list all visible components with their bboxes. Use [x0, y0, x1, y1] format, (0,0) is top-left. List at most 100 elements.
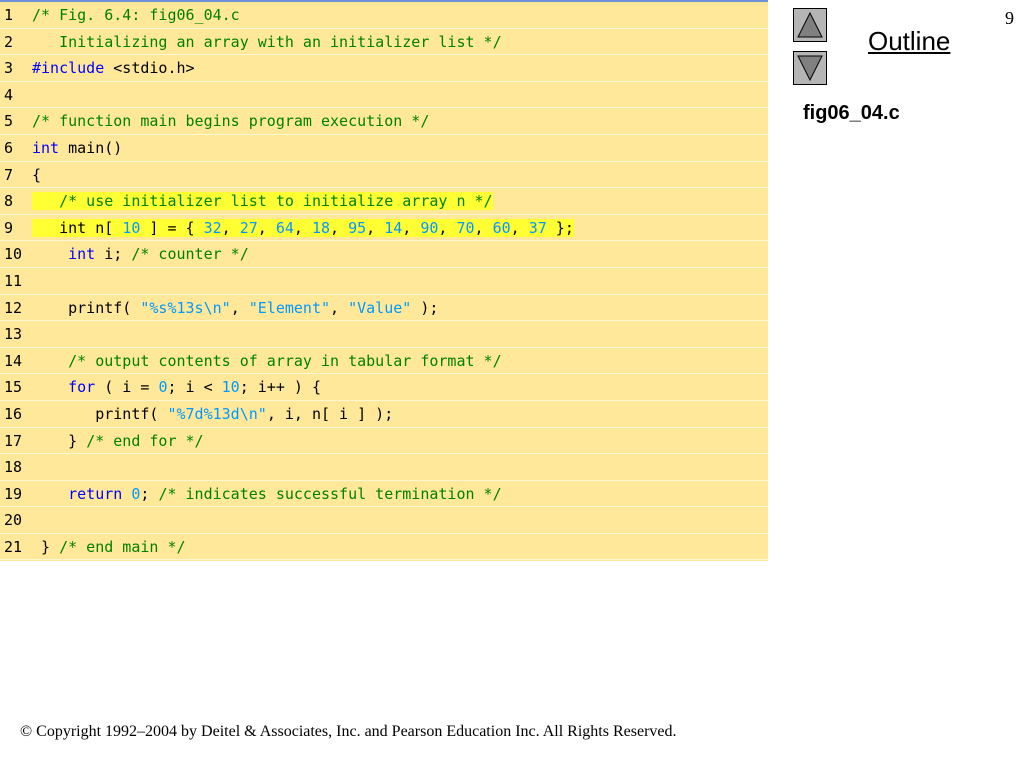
line-number: 6	[4, 138, 14, 157]
code-token-plain: ,	[330, 218, 349, 237]
code-text: /* use initializer list to initialize ar…	[32, 188, 493, 214]
line-number: 12	[4, 298, 23, 317]
code-token-comment: /* use initializer list to initialize ar…	[32, 192, 493, 211]
code-token-keyword: #include	[32, 59, 105, 78]
code-token-plain: ,	[221, 218, 240, 237]
code-line: 7{	[0, 162, 768, 189]
code-token-plain: ,	[366, 218, 385, 237]
line-number: 10	[4, 245, 23, 264]
code-token-plain: };	[546, 218, 574, 237]
code-token-keyword: return	[68, 484, 123, 503]
code-line: 5 /* function main begins program executi…	[0, 108, 768, 135]
code-text: Initializing an array with an initialize…	[32, 29, 502, 55]
slide-number: 9	[1005, 8, 1014, 28]
code-line: 18	[0, 454, 768, 481]
code-token-plain: ;	[140, 484, 159, 503]
code-line: 2 Initializing an array with an initiali…	[0, 29, 768, 56]
code-line: 20	[0, 507, 768, 534]
code-text: /* Fig. 6.4: fig06_04.c	[32, 2, 240, 28]
code-token-plain: <stdio.h>	[104, 59, 195, 78]
line-number: 14	[4, 351, 23, 370]
code-line: 9 int n[ 10 ] = { 32, 27, 64, 18, 95, 14…	[0, 215, 768, 242]
line-number: 17	[4, 431, 23, 450]
code-line: 6 int main()	[0, 135, 768, 162]
line-number: 16	[4, 404, 23, 423]
code-token-plain: main()	[59, 138, 123, 157]
code-token-plain: printf(	[32, 298, 141, 317]
code-line: 11	[0, 268, 768, 295]
code-token-number: 95	[348, 218, 367, 237]
code-token-plain: ,	[257, 218, 276, 237]
code-token-string: "%7d%13d\n"	[167, 404, 267, 423]
code-text: {	[32, 162, 41, 188]
code-token-comment: /* output contents of array in tabular f…	[68, 351, 502, 370]
line-number: 20	[4, 511, 23, 530]
code-token-keyword: int	[32, 138, 60, 157]
code-token-comment: Initializing an array with an initialize…	[32, 32, 502, 51]
code-line: 19 return 0; /* indicates successful ter…	[0, 481, 768, 508]
code-listing: 1 /* Fig. 6.4: fig06_04.c 2 Initializing a…	[0, 0, 768, 561]
code-token-number: 32	[203, 218, 222, 237]
code-line: 14 /* output contents of array in tabula…	[0, 348, 768, 375]
code-token-plain: ,	[510, 218, 529, 237]
line-number: 8	[4, 192, 14, 211]
code-token-plain: ,	[230, 298, 249, 317]
triangle-down-icon	[797, 55, 823, 82]
code-line: 8 /* use initializer list to initialize …	[0, 188, 768, 215]
code-text: int main()	[32, 135, 122, 161]
code-line: 17 } /* end for */	[0, 428, 768, 455]
code-line: 4	[0, 82, 768, 109]
line-number: 5	[4, 112, 14, 131]
code-token-number: 14	[384, 218, 403, 237]
line-number: 2	[4, 32, 14, 51]
next-slide-button[interactable]	[793, 51, 827, 85]
previous-slide-button[interactable]	[793, 8, 827, 42]
code-token-string: "Element"	[248, 298, 331, 317]
code-token-keyword: int	[68, 245, 96, 264]
code-token-plain: {	[32, 165, 42, 184]
code-text: for ( i = 0; i < 10; i++ ) {	[32, 374, 321, 400]
line-number: 3	[4, 59, 14, 78]
code-token-comment: /* end main */	[59, 537, 186, 556]
code-line: 1 /* Fig. 6.4: fig06_04.c	[0, 2, 768, 29]
code-line: 3 #include <stdio.h>	[0, 55, 768, 82]
code-token-number: 27	[239, 218, 258, 237]
line-number: 4	[4, 85, 14, 104]
code-token-number: 90	[420, 218, 439, 237]
code-token-keyword: for	[68, 378, 96, 397]
triangle-up-icon	[797, 11, 823, 38]
code-token-comment: /* function main begins program executio…	[32, 112, 430, 131]
code-text: } /* end for */	[32, 428, 203, 454]
code-line: 13	[0, 321, 768, 348]
line-number: 7	[4, 165, 14, 184]
code-text: #include <stdio.h>	[32, 55, 195, 81]
line-number: 15	[4, 378, 23, 397]
line-number: 13	[4, 325, 23, 344]
code-token-number: 37	[528, 218, 547, 237]
line-number: 11	[4, 271, 23, 290]
code-text: } /* end main */	[32, 534, 186, 560]
code-token-number: 10	[221, 378, 240, 397]
code-token-plain: }	[32, 431, 87, 450]
code-token-plain: ,	[402, 218, 421, 237]
code-token-plain: ( i =	[95, 378, 159, 397]
code-token-plain: ; i <	[167, 378, 222, 397]
code-token-plain: int n[	[32, 218, 123, 237]
line-number: 1	[4, 6, 14, 24]
code-token-plain: printf(	[32, 404, 168, 423]
code-token-number: 64	[275, 218, 294, 237]
code-text: /* function main begins program executio…	[32, 108, 429, 134]
line-number: 21	[4, 537, 23, 556]
code-token-number: 60	[492, 218, 511, 237]
code-token-plain: ; i++ ) {	[239, 378, 321, 397]
code-token-number: 70	[456, 218, 475, 237]
outline-link[interactable]: Outline	[868, 26, 950, 57]
code-token-string: "Value"	[348, 298, 412, 317]
code-text: int i; /* counter */	[32, 241, 249, 267]
code-token-number: 10	[122, 218, 141, 237]
code-text: printf( "%7d%13d\n", i, n[ i ] );	[32, 401, 393, 427]
